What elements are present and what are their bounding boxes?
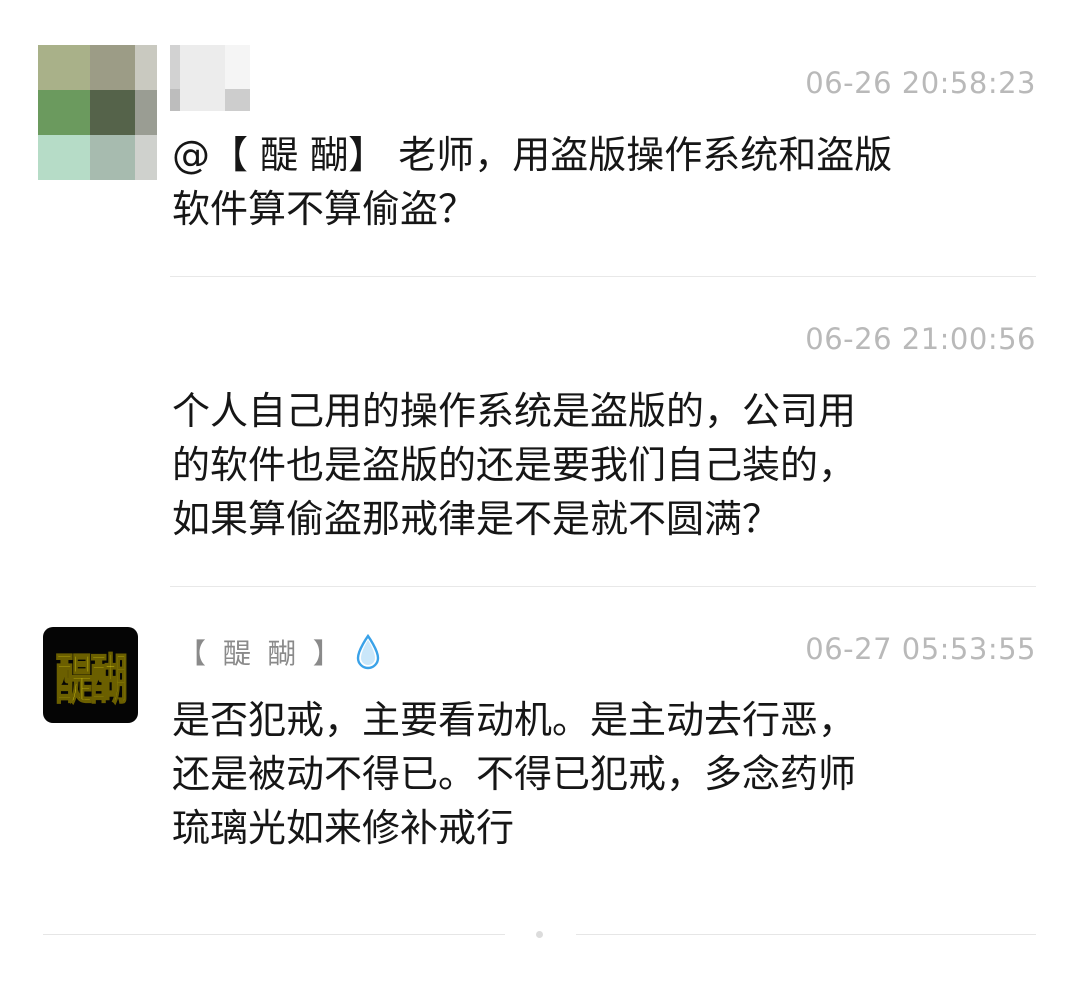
message-divider bbox=[170, 276, 1036, 277]
user-avatar-blurred[interactable] bbox=[38, 45, 157, 180]
list-end-divider-right bbox=[576, 934, 1036, 935]
author-name-label: 【 醍 醐 】 bbox=[178, 637, 345, 670]
author-name[interactable]: 【 醍 醐 】 bbox=[178, 632, 381, 672]
message-divider bbox=[170, 586, 1036, 587]
list-end-dot bbox=[536, 931, 543, 938]
message-timestamp: 06-26 21:00:56 bbox=[805, 322, 1036, 356]
user-name-blurred bbox=[170, 45, 250, 111]
message-timestamp: 06-27 05:53:55 bbox=[805, 632, 1036, 666]
list-end-divider-left bbox=[43, 934, 505, 935]
message-text: @【 醍 醐】 老师，用盗版操作系统和盗版 软件算不算偷盗？ bbox=[172, 133, 893, 231]
message-timestamp: 06-26 20:58:23 bbox=[805, 66, 1036, 100]
message-text: 个人自己用的操作系统是盗版的，公司用 的软件也是盗版的还是要我们自己装的， 如果… bbox=[172, 389, 857, 541]
message-text: 是否犯戒，主要看动机。是主动去行恶， 还是被动不得已。不得已犯戒，多念药师 琉璃… bbox=[172, 698, 857, 850]
avatar-logo-text: 醍醐 bbox=[55, 647, 128, 712]
author-avatar[interactable]: 醍醐 bbox=[43, 627, 138, 723]
water-drop-icon bbox=[356, 634, 379, 670]
